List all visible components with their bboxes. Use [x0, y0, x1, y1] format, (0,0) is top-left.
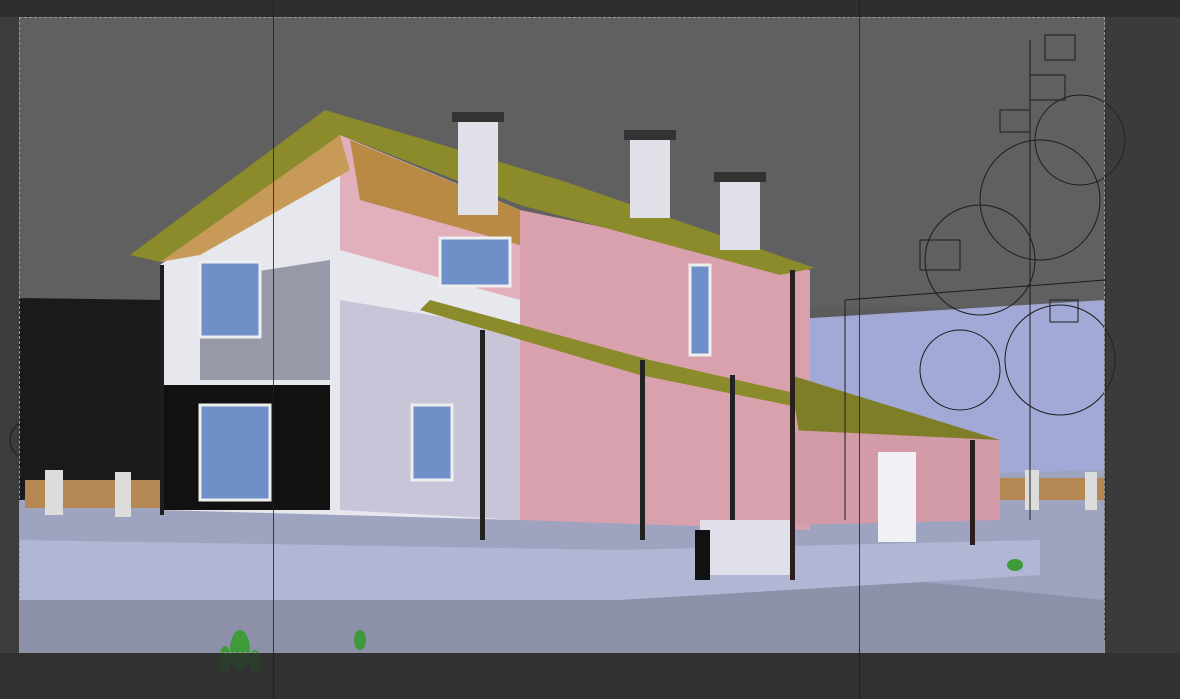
viewport-guide-icon [859, 0, 860, 699]
drain-pipe [970, 440, 975, 545]
drain-pipe [160, 265, 164, 515]
viewport-bottom-mask [0, 653, 1180, 699]
window [688, 263, 712, 357]
chimney-cap [714, 172, 766, 182]
chimney-cap [452, 112, 504, 122]
chimney [458, 120, 498, 215]
viewport-top-mask [0, 0, 1180, 17]
viewport-left-mask [0, 17, 19, 653]
window [438, 236, 512, 288]
viewport-guide-icon [273, 0, 274, 699]
fence-post [1025, 470, 1039, 510]
fence-post [115, 472, 131, 517]
porch-step-dark [695, 530, 710, 580]
porch-column [730, 375, 735, 545]
chimney-cap [624, 130, 676, 140]
chimney [720, 180, 760, 250]
window [198, 260, 262, 339]
annex-door [878, 452, 916, 542]
porch-step [700, 520, 790, 575]
fence-post [45, 470, 63, 515]
chimney [630, 138, 670, 218]
viewport-right-mask [1105, 17, 1180, 653]
fence-post [1085, 472, 1097, 510]
3d-viewport[interactable] [0, 0, 1180, 699]
porch-column [640, 360, 645, 540]
viewport-scene [0, 0, 1180, 699]
window [198, 403, 272, 502]
window [410, 403, 454, 482]
porch-column [480, 330, 485, 540]
drain-pipe [790, 270, 795, 580]
